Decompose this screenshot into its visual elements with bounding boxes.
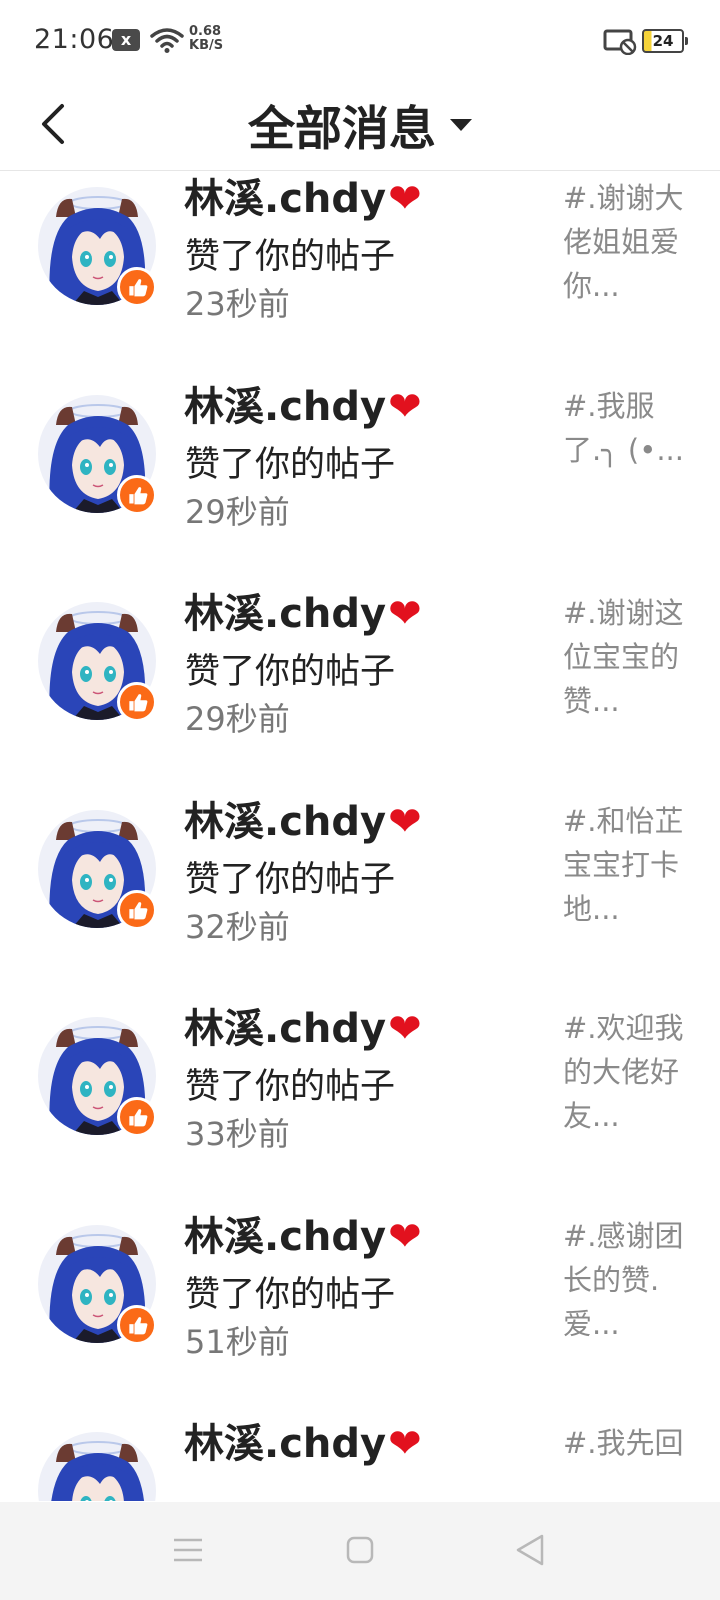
preview-line: #.和怡芷 — [563, 803, 684, 838]
preview-line: #.感谢团 — [563, 1218, 684, 1253]
preview-line: 赞... — [563, 684, 620, 718]
recent-apps-icon[interactable] — [172, 1532, 204, 1568]
preview-line: #.我先回 — [563, 1426, 684, 1460]
preview-line: 爱... — [563, 1306, 620, 1341]
preview-line: 的大佬好 — [563, 1055, 680, 1089]
system-nav-bar — [0, 1502, 720, 1600]
user-name[interactable]: 林溪.chdy❤ — [184, 374, 422, 432]
preview-line: #.谢谢这 — [563, 596, 684, 630]
post-preview[interactable]: #.和怡芷 宝宝打卡 地... — [563, 799, 693, 931]
post-preview[interactable]: #.欢迎我 的大佬好 友... — [563, 1006, 693, 1138]
title-dropdown[interactable]: 全部消息 — [0, 90, 720, 159]
timestamp: 33秒前 — [185, 1115, 290, 1153]
heart-emoji: ❤ — [388, 798, 422, 845]
notification-icon: x — [112, 29, 140, 51]
dropdown-caret-icon — [450, 118, 472, 131]
speed-unit: KB/S — [189, 38, 224, 53]
like-badge — [117, 1304, 157, 1345]
post-preview[interactable]: #.谢谢这 位宝宝的 赞... — [563, 591, 693, 723]
heart-emoji: ❤ — [388, 1421, 422, 1467]
wifi-icon — [150, 28, 184, 53]
battery-indicator: 24 — [642, 29, 688, 53]
header: 全部消息 — [0, 80, 720, 171]
heart-emoji: ❤ — [388, 176, 422, 222]
preview-line: #.谢谢大 — [563, 181, 684, 215]
like-badge — [117, 889, 157, 930]
action-text: 赞了你的帖子 — [185, 444, 396, 485]
home-icon[interactable] — [345, 1532, 375, 1568]
heart-emoji: ❤ — [388, 591, 422, 637]
post-preview[interactable]: #.感谢团 长的赞. 爱... — [563, 1214, 693, 1346]
notification-item[interactable]: 林溪.chdy❤ 赞了你的帖子 51秒前 #.感谢团 长的赞. 爱... — [0, 1182, 720, 1394]
notification-item[interactable]: 林溪.chdy❤ 赞了你的帖子 23秒前 #.谢谢大 佬姐姐爱 你... — [0, 171, 720, 356]
user-name[interactable]: 林溪.chdy❤ — [184, 581, 422, 639]
screencast-off-icon — [603, 29, 637, 55]
user-name-text: 林溪.chdy — [184, 1213, 387, 1260]
notification-list[interactable]: 林溪.chdy❤ 赞了你的帖子 23秒前 #.谢谢大 佬姐姐爱 你... 林溪.… — [0, 171, 720, 1501]
preview-line: 了.╮ (•... — [563, 432, 684, 467]
timestamp: 23秒前 — [185, 285, 290, 323]
like-badge — [117, 267, 157, 307]
post-preview[interactable]: #.我先回 — [563, 1421, 693, 1465]
user-name[interactable]: 林溪.chdy❤ — [184, 1204, 422, 1262]
preview-line: 地... — [563, 891, 620, 926]
preview-line: 佬姐姐爱 — [563, 225, 680, 259]
post-preview[interactable]: #.我服 了.╮ (•... — [563, 384, 693, 472]
user-name-text: 林溪.chdy — [184, 1421, 387, 1467]
timestamp: 29秒前 — [185, 492, 290, 531]
network-speed: 0.68 KB/S — [189, 25, 223, 53]
notification-item[interactable]: 林溪.chdy❤ 赞了你的帖子 32秒前 #.和怡芷 宝宝打卡 地... — [0, 767, 720, 979]
notification-item[interactable]: 林溪.chdy❤ 赞了你的帖子 29秒前 #.我服 了.╮ (•... — [0, 352, 720, 564]
action-text: 赞了你的帖子 — [185, 1067, 396, 1107]
like-badge — [117, 682, 157, 722]
user-name-text: 林溪.chdy — [184, 591, 387, 637]
user-name-text: 林溪.chdy — [184, 176, 387, 222]
preview-line: 长的赞. — [563, 1262, 660, 1297]
preview-line: #.我服 — [563, 388, 655, 423]
action-text: 赞了你的帖子 — [185, 1274, 396, 1315]
heart-emoji: ❤ — [388, 1213, 422, 1260]
system-back-icon[interactable] — [514, 1532, 548, 1568]
preview-line: 你... — [563, 269, 620, 303]
user-name-text: 林溪.chdy — [184, 798, 387, 845]
heart-emoji: ❤ — [388, 383, 422, 430]
preview-line: 宝宝打卡 — [563, 847, 680, 882]
preview-line: 位宝宝的 — [563, 640, 680, 674]
notification-item[interactable]: 林溪.chdy❤ 赞了你的帖子 33秒前 #.欢迎我 的大佬好 友... — [0, 974, 720, 1186]
user-name[interactable]: 林溪.chdy❤ — [184, 171, 422, 224]
user-name-text: 林溪.chdy — [184, 1006, 387, 1052]
preview-line: #.欢迎我 — [563, 1011, 684, 1045]
user-name[interactable]: 林溪.chdy❤ — [184, 789, 422, 847]
like-badge — [117, 474, 157, 515]
heart-emoji: ❤ — [388, 1006, 422, 1052]
page-title: 全部消息 — [248, 102, 436, 157]
action-text: 赞了你的帖子 — [185, 652, 396, 692]
notification-item[interactable]: 林溪.chdy❤ #.我先回 — [0, 1389, 720, 1501]
post-preview[interactable]: #.谢谢大 佬姐姐爱 你... — [563, 176, 693, 308]
user-name[interactable]: 林溪.chdy❤ — [184, 996, 422, 1054]
action-text: 赞了你的帖子 — [185, 859, 396, 900]
status-time: 21:06 — [34, 24, 115, 55]
action-text: 赞了你的帖子 — [185, 237, 396, 277]
status-bar: 21:06 x 0.68 KB/S 24 — [0, 0, 720, 80]
user-name[interactable]: 林溪.chdy❤ — [184, 1411, 422, 1469]
user-name-text: 林溪.chdy — [184, 383, 387, 430]
timestamp: 51秒前 — [185, 1322, 290, 1361]
timestamp: 32秒前 — [185, 907, 290, 946]
avatar[interactable] — [38, 1432, 156, 1501]
preview-line: 友... — [563, 1099, 620, 1133]
like-badge — [117, 1097, 157, 1137]
speed-value: 0.68 — [189, 24, 222, 39]
notification-item[interactable]: 林溪.chdy❤ 赞了你的帖子 29秒前 #.谢谢这 位宝宝的 赞... — [0, 559, 720, 771]
timestamp: 29秒前 — [185, 700, 290, 738]
